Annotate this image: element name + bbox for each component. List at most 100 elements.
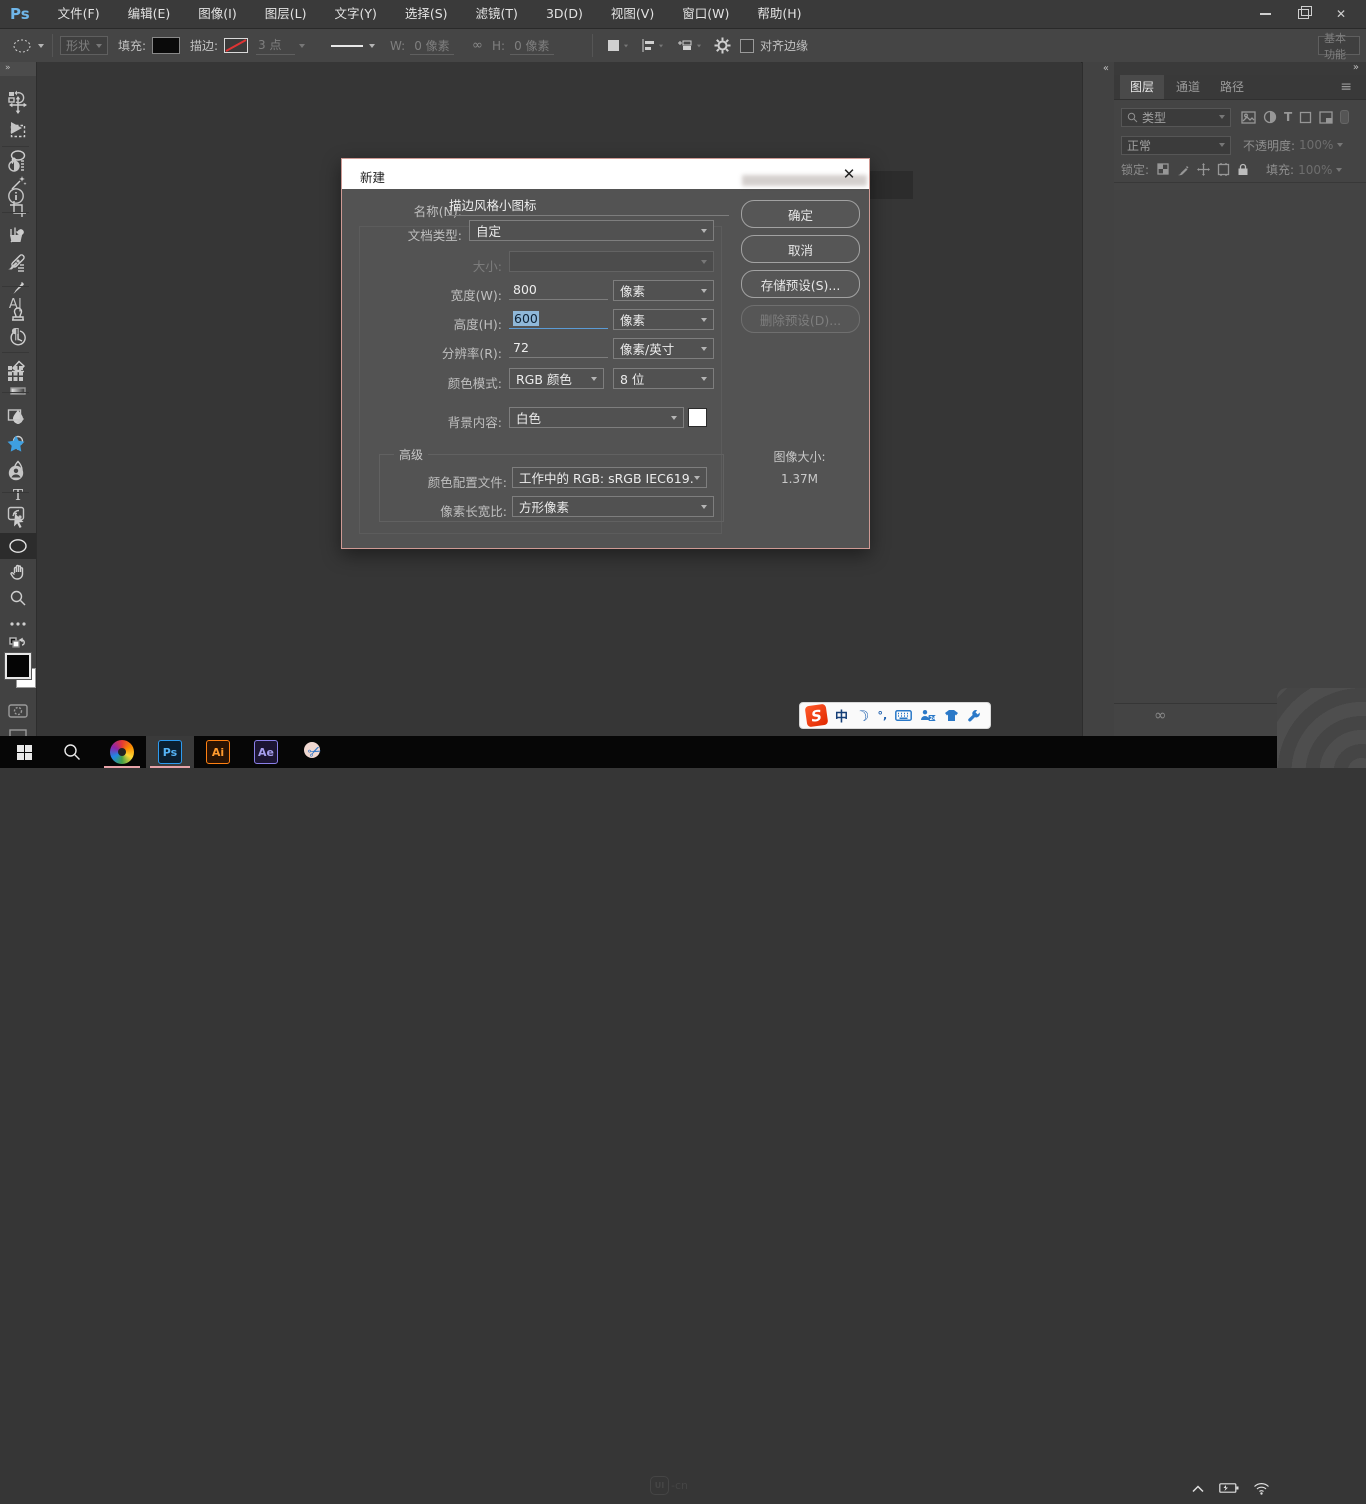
lock-artboard-icon[interactable]	[1217, 163, 1230, 176]
fill-swatch[interactable]	[152, 29, 180, 62]
dialog-title-bar[interactable]: 新建 ✕	[342, 159, 869, 189]
background-dropdown[interactable]: 白色	[509, 407, 684, 428]
dialog-close-button[interactable]: ✕	[837, 163, 861, 185]
tab-channels[interactable]: 通道	[1166, 75, 1210, 99]
ime-soft-keyboard-icon[interactable]	[895, 710, 912, 721]
height-unit-dropdown[interactable]: 像素	[613, 309, 714, 330]
wifi-icon[interactable]	[1253, 1482, 1270, 1495]
character-panel-button[interactable]: A|	[0, 290, 31, 318]
doc-type-dropdown[interactable]: 自定	[469, 220, 714, 241]
glyphs-panel-button[interactable]	[0, 359, 31, 387]
styles-panel-button[interactable]	[0, 402, 31, 430]
shape-height-field[interactable]: H: 0 像素	[492, 29, 554, 62]
lock-position-icon[interactable]	[1197, 163, 1210, 176]
menu-file[interactable]: 文件(F)	[44, 0, 114, 28]
filter-type-layers-icon[interactable]: T	[1284, 110, 1292, 124]
actions-panel-button[interactable]	[0, 114, 31, 142]
save-preset-button[interactable]: 存储预设(S)...	[741, 270, 860, 298]
bit-depth-dropdown[interactable]: 8 位	[613, 368, 714, 389]
info-panel-button[interactable]	[0, 182, 31, 210]
stroke-width-combo[interactable]: 3 点	[256, 29, 305, 62]
expand-panels-button[interactable]: «	[1083, 62, 1114, 76]
resolution-input[interactable]: 72	[509, 339, 608, 358]
menu-image[interactable]: 图像(I)	[184, 0, 250, 28]
tool-zoom[interactable]	[0, 585, 36, 611]
tool-preset-picker[interactable]	[12, 29, 44, 62]
menu-view[interactable]: 视图(V)	[597, 0, 668, 28]
cancel-button[interactable]: 取消	[741, 235, 860, 263]
menu-type[interactable]: 文字(Y)	[320, 0, 390, 28]
aspect-dropdown[interactable]: 方形像素	[512, 496, 714, 517]
ime-skin-icon[interactable]	[944, 709, 959, 722]
filter-shape-layers-icon[interactable]	[1299, 111, 1312, 124]
minimize-button[interactable]	[1246, 0, 1284, 28]
history-panel-button[interactable]	[0, 84, 31, 112]
tool-hand[interactable]	[0, 559, 36, 585]
stroke-swatch[interactable]	[224, 29, 248, 62]
stock-panel-button[interactable]	[0, 459, 31, 487]
path-operations-button[interactable]	[606, 29, 629, 62]
taskbar-illustrator-button[interactable]: Ai	[194, 736, 242, 768]
sogou-logo[interactable]: S	[805, 704, 829, 728]
close-button[interactable]: ✕	[1322, 0, 1360, 28]
ime-login-icon[interactable]: 24	[920, 709, 936, 722]
workspace-switcher[interactable]: 基本功能	[1318, 29, 1360, 62]
blend-mode-dropdown[interactable]: 正常	[1121, 136, 1231, 155]
taskbar-search-button[interactable]	[48, 736, 96, 768]
quick-mask-button[interactable]	[0, 698, 36, 724]
collapse-toolbar-button[interactable]: »	[0, 62, 36, 76]
path-alignment-button[interactable]	[640, 29, 664, 62]
background-color-swatch-dialog[interactable]	[688, 408, 707, 427]
tray-chevron-up-icon[interactable]	[1191, 1484, 1205, 1493]
brush-settings-panel-button[interactable]	[0, 252, 31, 280]
lock-transparency-icon[interactable]	[1157, 163, 1170, 176]
name-input[interactable]: 描边风格小图标	[447, 197, 729, 216]
width-unit-dropdown[interactable]: 像素	[613, 280, 714, 301]
extensions-panel-button[interactable]	[0, 500, 31, 528]
filter-toggle[interactable]	[1340, 110, 1349, 124]
link-layers-icon[interactable]: ∞	[1154, 706, 1167, 724]
collapse-panels-button[interactable]: »	[1114, 62, 1366, 75]
libraries-panel-button[interactable]	[0, 430, 31, 458]
tab-layers[interactable]: 图层	[1120, 75, 1164, 99]
paragraph-panel-button[interactable]: ¶	[0, 320, 31, 348]
menu-help[interactable]: 帮助(H)	[743, 0, 815, 28]
brush-presets-panel-button[interactable]	[0, 221, 31, 249]
lock-all-icon[interactable]	[1237, 163, 1249, 176]
fill-value[interactable]: 100%	[1298, 163, 1332, 177]
filter-smart-objects-icon[interactable]	[1319, 111, 1333, 124]
start-button[interactable]	[0, 736, 48, 768]
restore-button[interactable]	[1284, 0, 1322, 28]
align-edges-checkbox[interactable]	[740, 29, 754, 62]
profile-dropdown[interactable]: 工作中的 RGB: sRGB IEC619...	[512, 467, 707, 488]
menu-edit[interactable]: 编辑(E)	[114, 0, 185, 28]
taskbar-snip-button[interactable]: ✂	[290, 736, 338, 768]
foreground-color-swatch[interactable]	[5, 653, 31, 679]
ime-fullhalf-moon-icon[interactable]: ☽	[853, 705, 872, 727]
shape-width-field[interactable]: W: 0 像素	[390, 29, 454, 62]
taskbar-aftereffects-button[interactable]: Ae	[242, 736, 290, 768]
tool-ellipse[interactable]	[0, 533, 36, 559]
width-input[interactable]: 800	[509, 281, 608, 300]
ime-language-mode[interactable]: 中	[835, 706, 848, 725]
taskbar-photoshop-button[interactable]: Ps	[146, 736, 194, 768]
path-arrangement-button[interactable]	[676, 29, 702, 62]
resolution-unit-dropdown[interactable]: 像素/英寸	[613, 338, 714, 359]
battery-icon[interactable]	[1219, 1482, 1239, 1494]
menu-window[interactable]: 窗口(W)	[668, 0, 743, 28]
opacity-value[interactable]: 100%	[1299, 138, 1333, 152]
panel-menu-icon[interactable]: ≡	[1330, 75, 1362, 99]
height-input[interactable]: 600	[509, 310, 608, 329]
filter-adjustment-layers-icon[interactable]	[1263, 110, 1277, 124]
menu-filter[interactable]: 滤镜(T)	[462, 0, 532, 28]
filter-kind-dropdown[interactable]: 类型	[1121, 108, 1231, 127]
taskbar-chrome-button[interactable]	[98, 736, 146, 768]
color-mode-dropdown[interactable]: RGB 颜色	[509, 368, 604, 389]
tab-paths[interactable]: 路径	[1210, 75, 1254, 99]
ime-settings-wrench-icon[interactable]	[967, 709, 981, 723]
filter-pixel-layers-icon[interactable]	[1241, 111, 1256, 124]
tool-mode-dropdown[interactable]: 形状	[60, 29, 108, 62]
stroke-style-dropdown[interactable]	[330, 29, 375, 62]
menu-select[interactable]: 选择(S)	[391, 0, 462, 28]
ime-punctuation-icon[interactable]: °,	[877, 709, 887, 722]
